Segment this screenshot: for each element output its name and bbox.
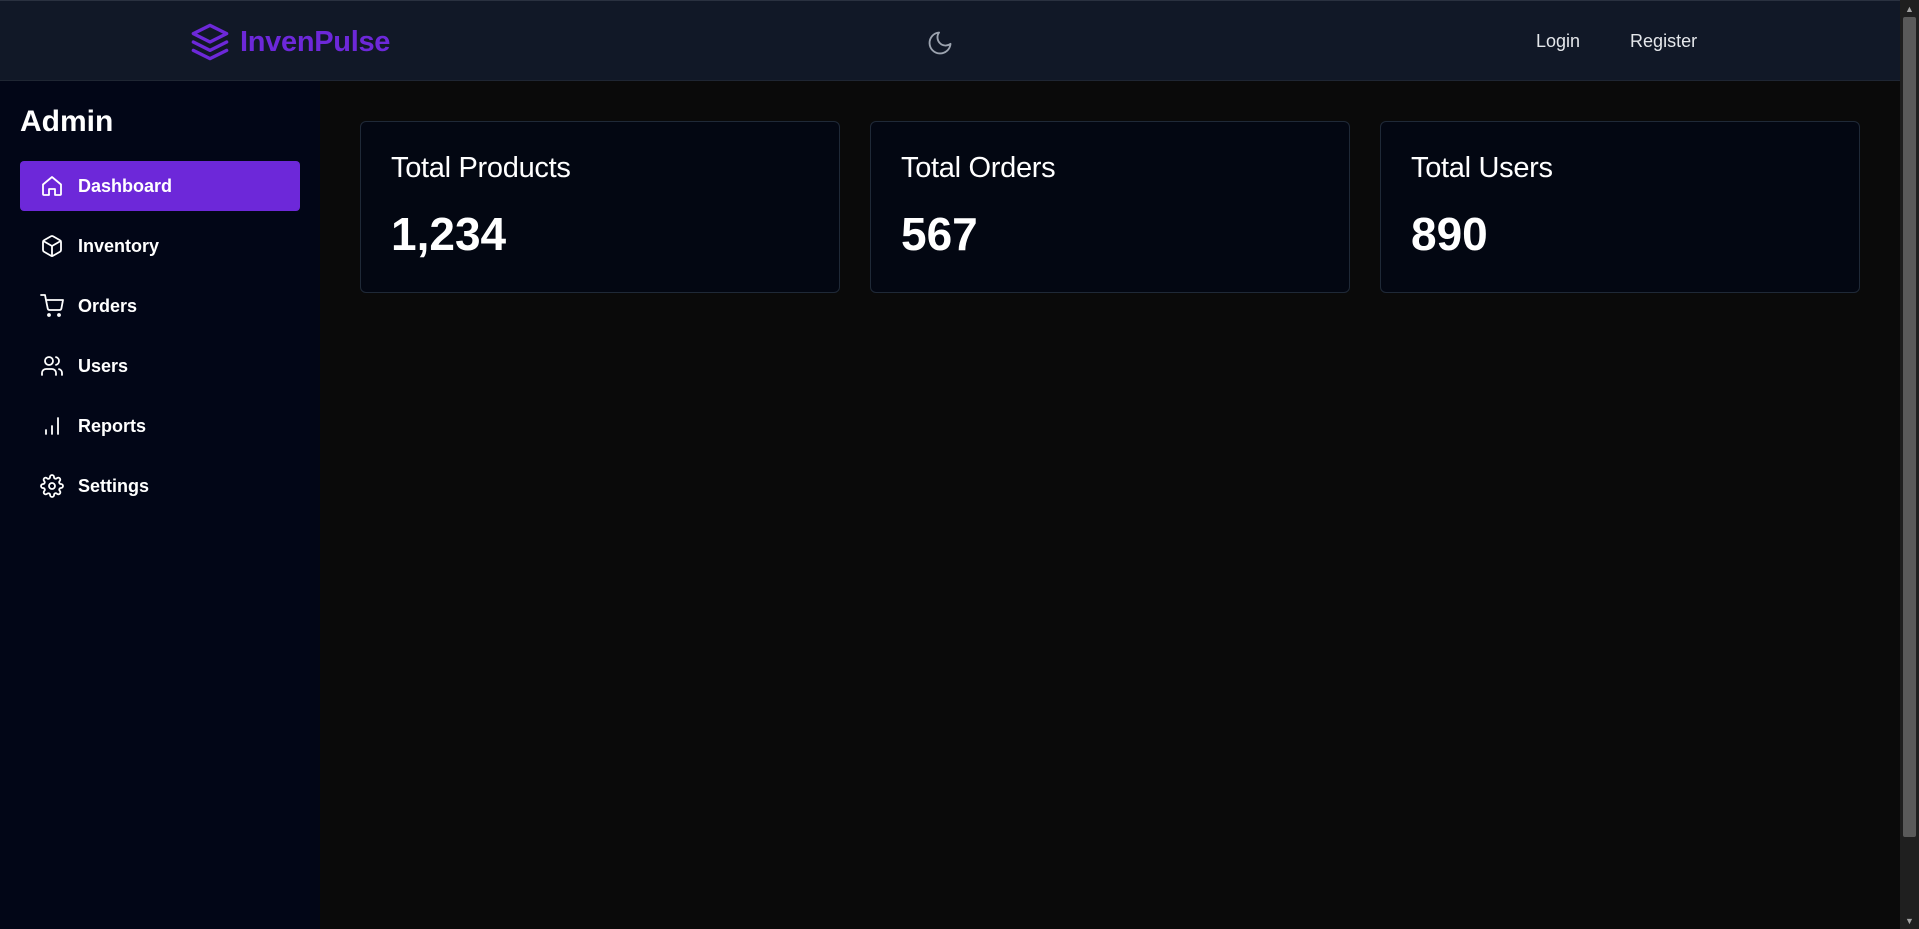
stat-value: 1,234 <box>391 208 507 260</box>
stats-row: Total Products 1,234 Total Orders 567 To… <box>360 121 1860 293</box>
stat-value: 567 <box>901 208 978 260</box>
sidebar-item-label: Users <box>78 355 129 376</box>
cart-icon <box>40 294 64 318</box>
sidebar-item-label: Reports <box>78 415 147 436</box>
layers-icon <box>191 23 229 61</box>
sidebar-item-label: Settings <box>78 475 150 496</box>
stat-label: Total Users <box>1411 152 1553 184</box>
stat-label: Total Orders <box>901 152 1056 184</box>
sidebar-item-label: Orders <box>78 295 138 316</box>
stat-value: 890 <box>1411 208 1488 260</box>
stat-card-users: Total Users 890 <box>1380 121 1860 293</box>
stat-card-products: Total Products 1,234 <box>360 121 840 293</box>
scrollbar-thumb[interactable] <box>1903 17 1916 837</box>
register-link[interactable]: Register <box>1630 31 1697 52</box>
brand-name: InvenPulse <box>240 25 391 58</box>
users-icon <box>40 354 64 378</box>
vertical-scrollbar[interactable]: ▲ ▼ <box>1900 0 1919 929</box>
box-icon <box>40 234 64 258</box>
top-navbar: InvenPulse Login Register <box>0 0 1900 81</box>
sidebar-item-users[interactable]: Users <box>20 341 300 391</box>
brand-link[interactable]: InvenPulse <box>190 22 390 62</box>
sidebar: Admin Dashboard Inventory Orders Users R… <box>0 81 320 929</box>
bar-chart-icon <box>40 414 64 438</box>
sidebar-item-settings[interactable]: Settings <box>20 461 300 511</box>
login-link[interactable]: Login <box>1536 31 1580 52</box>
sidebar-item-dashboard[interactable]: Dashboard <box>20 161 300 211</box>
moon-icon <box>928 31 952 55</box>
sidebar-item-label: Inventory <box>78 235 160 256</box>
auth-links: Login Register <box>1536 31 1697 52</box>
gear-icon <box>40 474 64 498</box>
main-content: Total Products 1,234 Total Orders 567 To… <box>320 81 1900 929</box>
sidebar-item-inventory[interactable]: Inventory <box>20 221 300 271</box>
theme-toggle-button[interactable] <box>924 27 956 59</box>
scroll-down-arrow-icon[interactable]: ▼ <box>1900 912 1919 929</box>
sidebar-menu: Dashboard Inventory Orders Users Reports… <box>20 161 300 521</box>
stat-card-orders: Total Orders 567 <box>870 121 1350 293</box>
sidebar-item-orders[interactable]: Orders <box>20 281 300 331</box>
sidebar-item-reports[interactable]: Reports <box>20 401 300 451</box>
scroll-up-arrow-icon[interactable]: ▲ <box>1900 0 1919 17</box>
stat-label: Total Products <box>391 152 571 184</box>
home-icon <box>40 174 64 198</box>
sidebar-title: Admin <box>20 105 114 138</box>
app-window: InvenPulse Login Register Admin Dashboar… <box>0 0 1919 929</box>
sidebar-item-label: Dashboard <box>78 175 173 196</box>
